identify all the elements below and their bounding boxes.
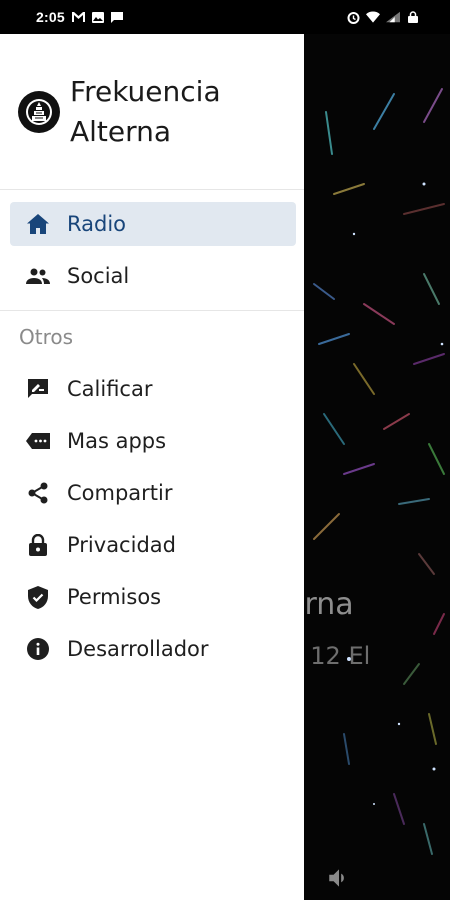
nav-item-compartir[interactable]: Compartir (10, 467, 296, 519)
status-time: 2:05 (36, 9, 65, 25)
home-icon (26, 212, 50, 236)
nav-item-radio[interactable]: Radio (10, 202, 296, 246)
battery-lock-icon (406, 11, 420, 23)
app-title: Frekuencia Alterna (70, 74, 221, 148)
nav-item-label: Permisos (67, 585, 162, 609)
nav-item-label: Radio (67, 212, 127, 236)
signal-icon (386, 11, 400, 23)
nav-item-privacidad[interactable]: Privacidad (10, 519, 296, 571)
gallery-icon (91, 11, 105, 23)
alarm-icon (346, 11, 360, 24)
nav-item-permisos[interactable]: Permisos (10, 571, 296, 623)
player-background: erna - 12 El (304, 34, 450, 900)
other-nav: Calificar Mas apps Compartir Privacidad … (0, 363, 304, 675)
gmail-icon (72, 11, 86, 23)
main-nav: Radio Social (0, 190, 304, 311)
nav-item-label: Mas apps (67, 429, 167, 453)
player-title-fragment: erna (304, 587, 354, 622)
nav-item-calificar[interactable]: Calificar (10, 363, 296, 415)
verified-shield-icon (26, 585, 50, 609)
lock-icon (26, 533, 50, 557)
message-icon (110, 11, 124, 23)
status-bar: 2:05 (0, 0, 450, 34)
radio-tower-logo-icon (18, 90, 60, 133)
section-title-otros: Otros (19, 325, 74, 349)
nav-item-desarrollador[interactable]: Desarrollador (10, 623, 296, 675)
nav-item-label: Social (67, 264, 130, 288)
drawer-header: Frekuencia Alterna (0, 34, 304, 190)
share-icon (26, 481, 50, 505)
nav-item-social[interactable]: Social (10, 254, 296, 298)
shop-tag-icon (26, 429, 50, 453)
starfield-background (313, 88, 445, 855)
nav-item-label: Calificar (67, 377, 153, 401)
navigation-drawer: Frekuencia Alterna Radio Social Otros Ca… (0, 34, 304, 900)
people-icon (26, 264, 50, 288)
nav-item-label: Privacidad (67, 533, 176, 557)
rate-review-icon (26, 377, 50, 401)
nav-item-label: Compartir (67, 481, 173, 505)
wifi-icon (366, 11, 380, 23)
nav-item-label: Desarrollador (67, 637, 209, 661)
nav-item-mas-apps[interactable]: Mas apps (10, 415, 296, 467)
info-icon (26, 637, 50, 661)
player-subtitle-fragment: - 12 El (304, 642, 371, 670)
volume-icon[interactable] (326, 865, 352, 891)
